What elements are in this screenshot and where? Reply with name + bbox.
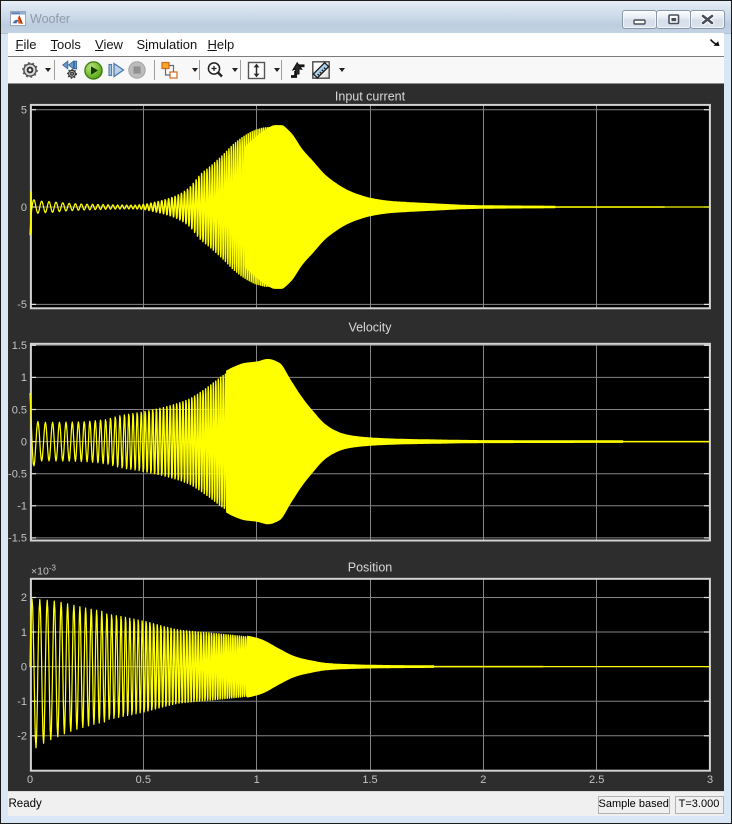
svg-text:1.5: 1.5	[12, 340, 27, 352]
svg-text:0: 0	[21, 661, 27, 673]
svg-text:-0.5: -0.5	[8, 469, 27, 481]
svg-text:1.5: 1.5	[362, 774, 377, 786]
svg-text:Velocity: Velocity	[348, 321, 392, 335]
svg-text:1: 1	[21, 627, 27, 639]
svg-text:0: 0	[21, 436, 27, 448]
svg-text:1: 1	[21, 372, 27, 384]
svg-text:-2: -2	[17, 731, 27, 743]
svg-text:-1: -1	[17, 696, 27, 708]
svg-text:0: 0	[27, 774, 33, 786]
svg-text:0.5: 0.5	[12, 404, 27, 416]
svg-text:-5: -5	[17, 299, 27, 311]
svg-text:0.5: 0.5	[136, 774, 151, 786]
svg-text:-1.5: -1.5	[8, 533, 27, 545]
svg-text:Input current: Input current	[335, 90, 406, 104]
svg-text:-1: -1	[17, 501, 27, 513]
svg-text:Position: Position	[348, 561, 393, 575]
svg-text:2: 2	[480, 774, 486, 786]
svg-text:2: 2	[21, 592, 27, 604]
svg-text:5: 5	[21, 105, 27, 117]
svg-text:0: 0	[21, 202, 27, 214]
svg-text:1: 1	[254, 774, 260, 786]
svg-text:3: 3	[707, 774, 713, 786]
svg-text:2.5: 2.5	[589, 774, 604, 786]
